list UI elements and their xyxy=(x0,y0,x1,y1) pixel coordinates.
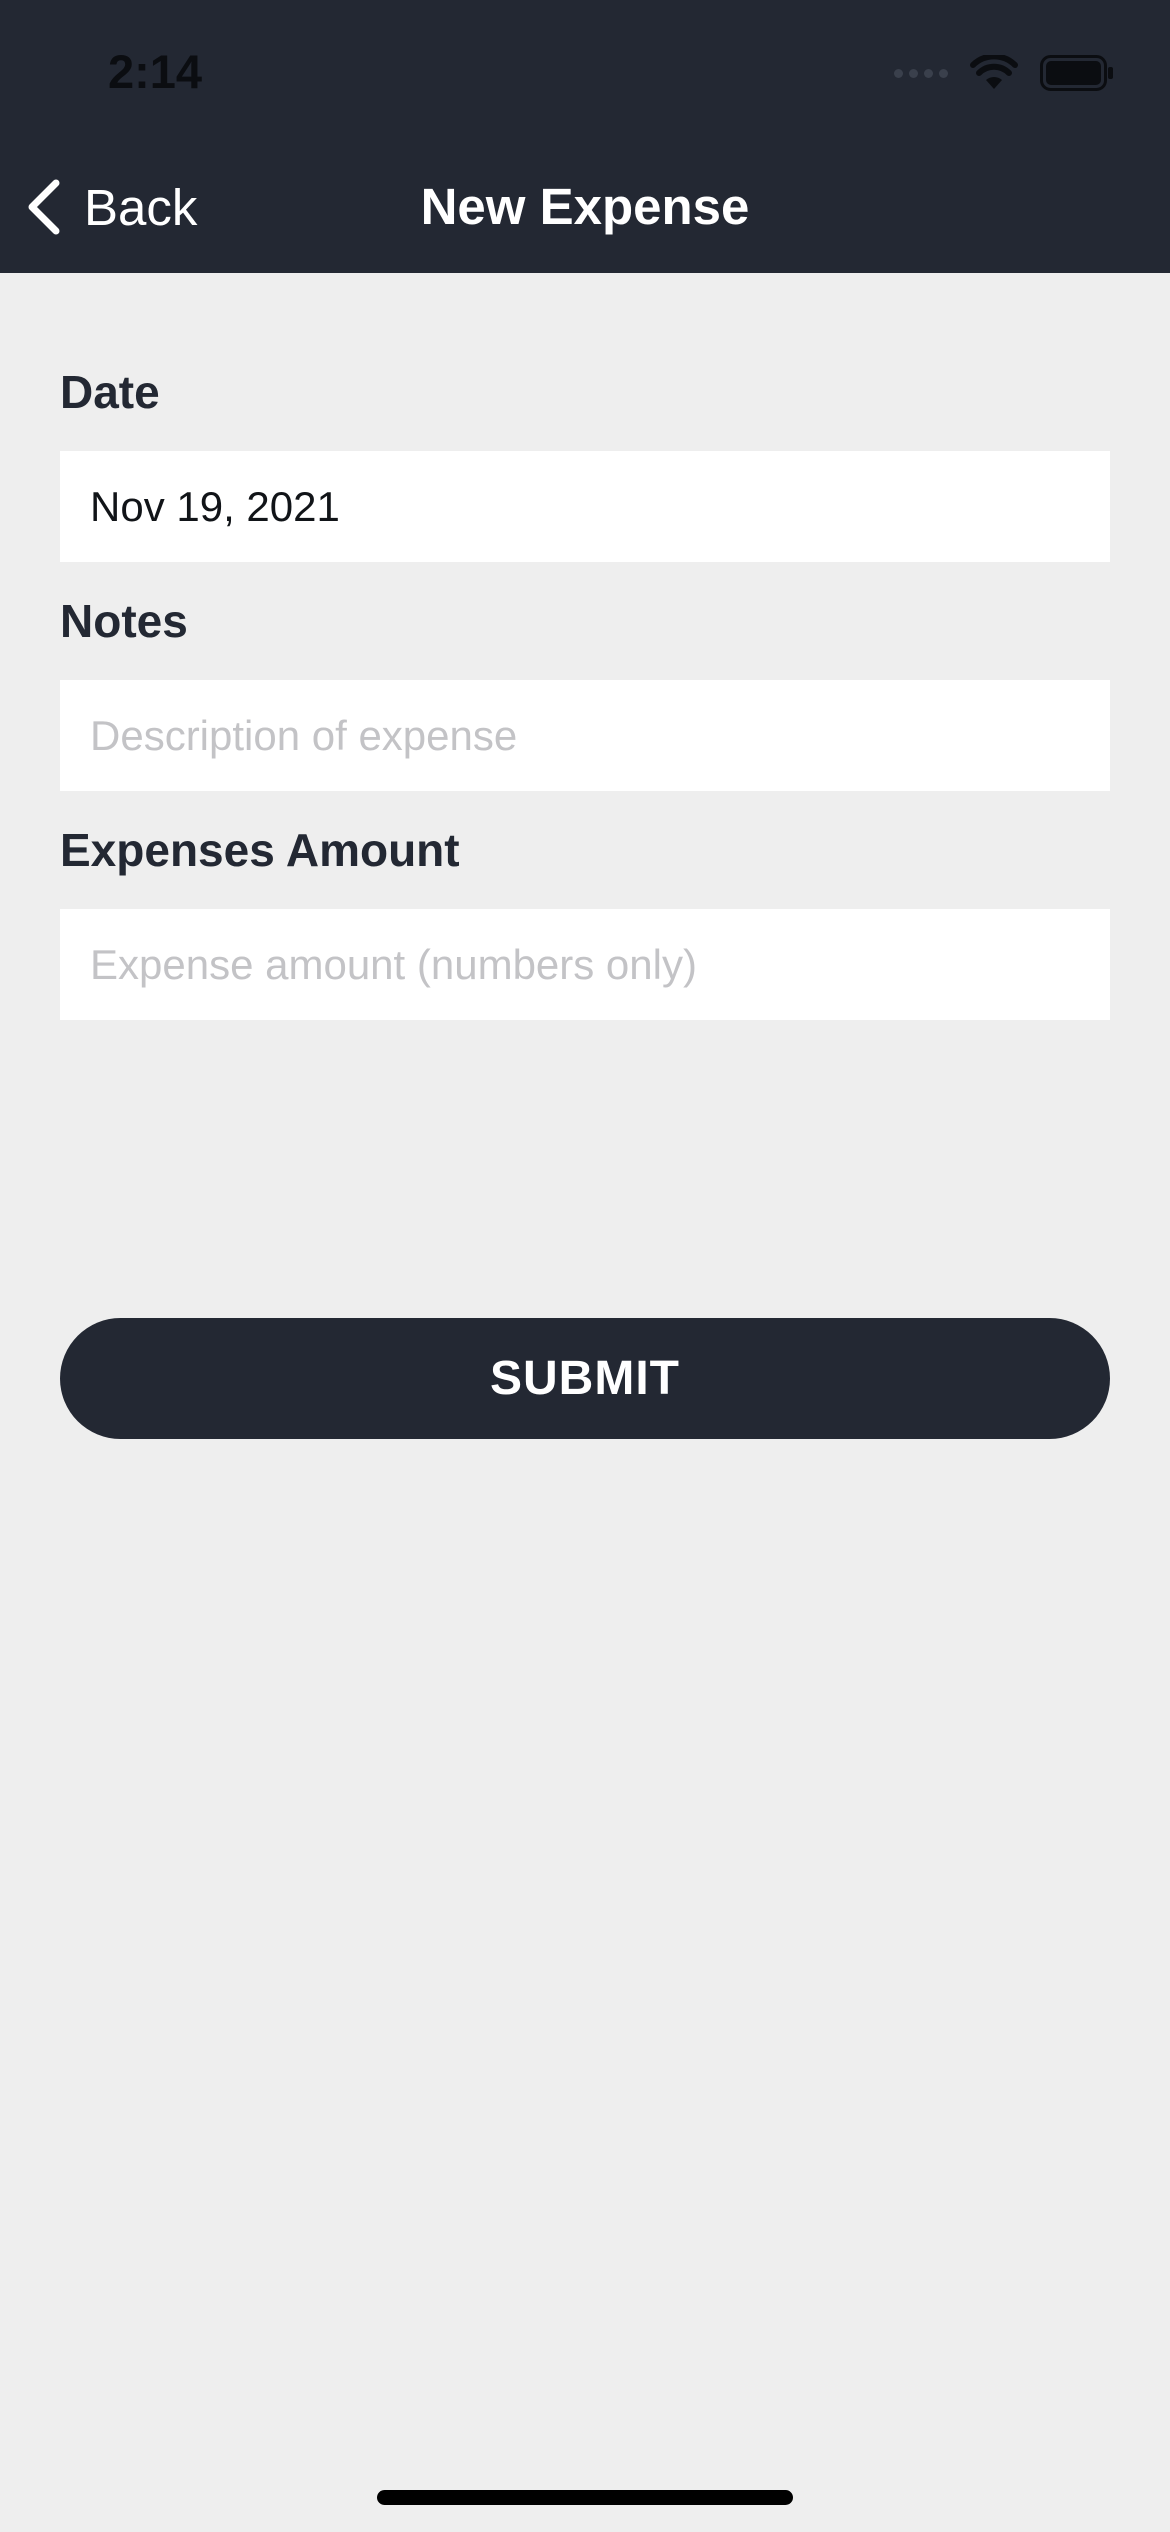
home-indicator[interactable] xyxy=(377,2490,793,2505)
battery-icon xyxy=(1040,55,1113,91)
page-title: New Expense xyxy=(420,178,750,235)
date-value: Nov 19, 2021 xyxy=(90,482,340,530)
navigation-header: 2:14 Back New Expense xyxy=(0,0,1170,273)
notes-placeholder: Description of expense xyxy=(90,711,518,759)
date-label: Date xyxy=(60,366,160,418)
status-icons xyxy=(894,52,1114,94)
notes-label: Notes xyxy=(60,595,188,647)
date-field[interactable]: Nov 19, 2021 xyxy=(60,451,1110,562)
wifi-icon xyxy=(970,55,1018,89)
amount-field[interactable]: Expense amount (numbers only) xyxy=(60,909,1110,1020)
signal-dots-icon xyxy=(894,68,948,78)
notes-field[interactable]: Description of expense xyxy=(60,680,1110,791)
status-time: 2:14 xyxy=(108,45,203,98)
amount-placeholder: Expense amount (numbers only) xyxy=(90,940,697,988)
submit-button[interactable]: SUBMIT xyxy=(60,1318,1110,1439)
amount-label: Expenses Amount xyxy=(60,824,460,876)
